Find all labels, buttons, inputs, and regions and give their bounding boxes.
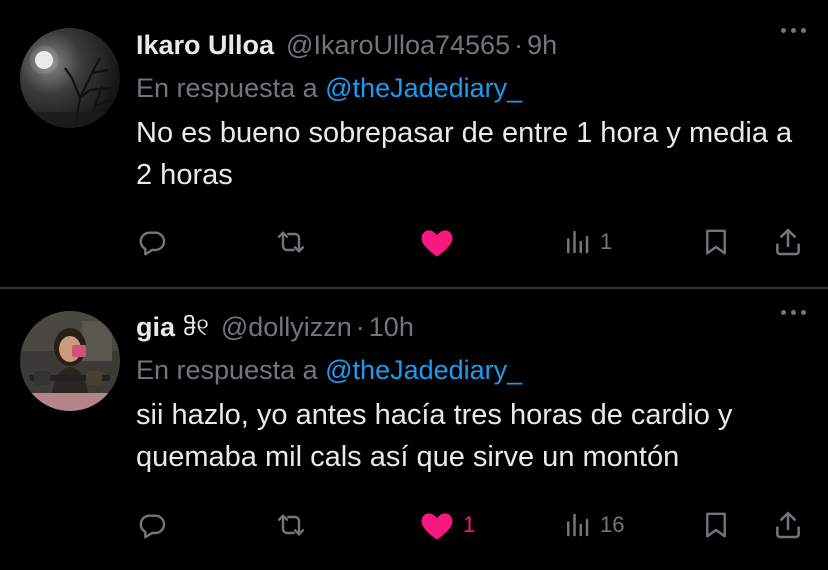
tweet-text: No es bueno sobrepasar de entre 1 hora y…: [136, 117, 793, 191]
reply-prefix: En respuesta a: [136, 355, 318, 385]
views-icon: [567, 513, 589, 537]
views-button[interactable]: 1: [562, 222, 612, 262]
retweet-button[interactable]: [274, 222, 308, 262]
bookmark-button[interactable]: [701, 505, 731, 545]
retweet-icon: [277, 231, 305, 253]
share-icon: [776, 511, 800, 539]
heart-icon: [421, 513, 453, 540]
share-button[interactable]: [772, 505, 804, 545]
retweet-button[interactable]: [274, 505, 308, 545]
retweet-icon: [277, 514, 305, 536]
views-button[interactable]: 16: [562, 505, 624, 545]
reply-button[interactable]: [136, 222, 168, 262]
reply-button[interactable]: [136, 505, 168, 545]
like-count: 1: [463, 512, 476, 537]
reply-icon: [139, 514, 166, 539]
view-count: 1: [600, 229, 613, 254]
tweet-content: gia ჵ୧ @dollyizzn · 10h En respuesta a @…: [136, 306, 808, 478]
tweet-header: gia ჵ୧ @dollyizzn · 10h: [136, 306, 808, 348]
user-handle[interactable]: @dollyizzn: [221, 312, 352, 343]
tweet[interactable]: gia ჵ୧ @dollyizzn · 10h En respuesta a @…: [0, 289, 828, 570]
tweet-content: Ikaro Ulloa @IkaroUlloa74565 · 9h En res…: [136, 24, 808, 196]
reply-context: En respuesta a @theJadediary_: [136, 66, 808, 110]
tweet-text: sii hazlo, yo antes hacía tres horas de …: [136, 399, 733, 473]
avatar[interactable]: [20, 28, 120, 128]
reply-prefix: En respuesta a: [136, 73, 318, 103]
separator: ·: [514, 29, 524, 60]
like-button[interactable]: [419, 222, 463, 262]
tweet[interactable]: Ikaro Ulloa @IkaroUlloa74565 · 9h En res…: [0, 0, 828, 288]
name-emoji: ჵ୧: [183, 313, 209, 341]
bookmark-icon: [706, 229, 726, 255]
display-name[interactable]: gia: [136, 312, 175, 343]
heart-icon: [421, 230, 453, 257]
reply-to-link[interactable]: @theJadediary_: [325, 73, 522, 103]
tweet-header: Ikaro Ulloa @IkaroUlloa74565 · 9h: [136, 24, 808, 66]
more-icon[interactable]: [781, 28, 806, 33]
timestamp[interactable]: 9h: [527, 30, 557, 61]
bookmark-button[interactable]: [701, 222, 731, 262]
share-button[interactable]: [772, 222, 804, 262]
timestamp[interactable]: 10h: [369, 312, 414, 343]
separator: ·: [355, 311, 365, 342]
action-bar: 1 16: [136, 505, 808, 545]
reply-context: En respuesta a @theJadediary_: [136, 348, 808, 392]
view-count: 16: [600, 512, 625, 537]
avatar[interactable]: [20, 311, 120, 411]
views-icon: [567, 230, 589, 254]
bookmark-icon: [706, 512, 726, 538]
user-handle[interactable]: @IkaroUlloa74565: [286, 30, 510, 61]
more-icon[interactable]: [781, 310, 806, 315]
reply-to-link[interactable]: @theJadediary_: [325, 355, 522, 385]
reply-icon: [139, 231, 166, 256]
action-bar: 1: [136, 222, 808, 262]
like-button[interactable]: 1: [419, 505, 475, 545]
display-name[interactable]: Ikaro Ulloa: [136, 30, 274, 61]
share-icon: [776, 228, 800, 256]
